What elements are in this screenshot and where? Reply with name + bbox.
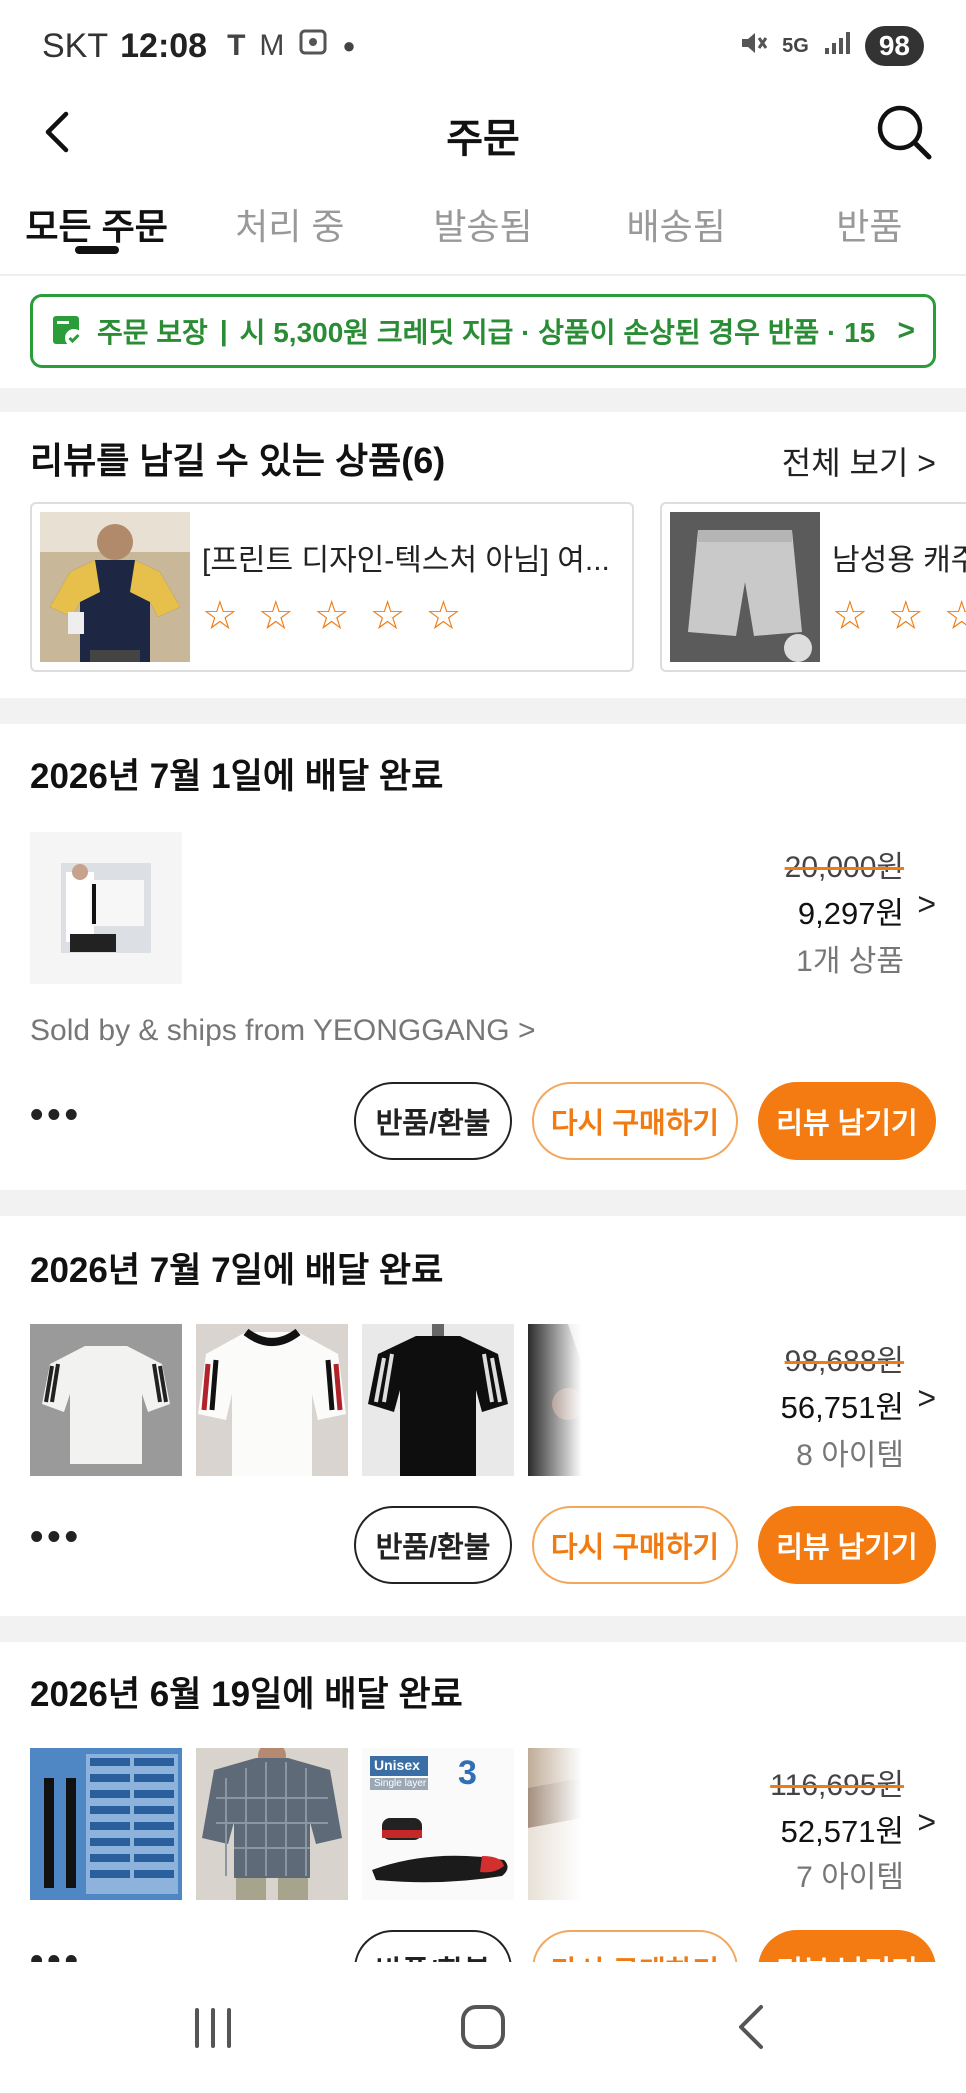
section-divider <box>0 388 966 412</box>
more-options-button[interactable]: ••• <box>30 1516 82 1559</box>
star-icon[interactable]: ☆ <box>202 593 238 639</box>
reviewable-items-title: 리뷰를 남길 수 있는 상품(6) <box>30 440 446 481</box>
recent-apps-icon <box>195 2008 231 2048</box>
item-count: 8 아이템 <box>796 1439 904 1472</box>
guarantee-title: 주문 보장 <box>97 317 208 348</box>
order-item-thumbnail[interactable] <box>30 832 182 984</box>
section-divider <box>0 698 966 724</box>
tab-returns[interactable]: 반품 <box>773 180 966 274</box>
guarantee-text: 시 5,300원 크레딧 지급 · 상품이 손상된 경우 반품 · 15 <box>239 317 876 348</box>
home-icon <box>461 2005 505 2049</box>
tab-processing[interactable]: 처리 중 <box>193 180 386 274</box>
thumbnail-label: Single layer <box>374 1778 427 1789</box>
system-navigation-bar <box>0 1962 966 2093</box>
star-icon[interactable]: ☆ <box>370 593 406 639</box>
write-review-button[interactable]: 리뷰 남기기 <box>758 1082 936 1160</box>
star-icon[interactable]: ☆ <box>944 593 966 639</box>
thumbnail-label: 3 <box>458 1754 477 1792</box>
star-rating[interactable]: ☆ ☆ ☆ ☆ ☆ <box>202 593 622 639</box>
order-item-thumbnail[interactable] <box>196 1324 348 1476</box>
section-divider <box>0 1616 966 1642</box>
search-icon <box>877 105 932 160</box>
t-app-icon: T <box>227 29 246 62</box>
more-options-button[interactable]: ••• <box>30 1094 82 1137</box>
back-nav-button[interactable] <box>713 1992 793 2062</box>
item-count: 7 아이템 <box>796 1861 904 1894</box>
item-count: 1개 상품 <box>796 945 904 978</box>
chevron-right-icon[interactable]: > <box>917 1804 936 1841</box>
review-item-card[interactable]: [프린트 디자인-텍스처 아님] 여... ☆ ☆ ☆ ☆ ☆ <box>30 502 634 672</box>
order-status-tabs: 모든 주문 처리 중 발송됨 배송됨 반품 <box>0 180 966 276</box>
order-price[interactable]: 56,751원 <box>781 1382 904 1427</box>
order-delivery-date: 2026년 6월 19일에 배달 완료 <box>30 1675 463 1714</box>
tab-all-orders[interactable]: 모든 주문 <box>0 180 193 274</box>
tab-label: 발송됨 <box>433 206 533 247</box>
battery-indicator: 98 <box>864 26 924 66</box>
active-tab-indicator <box>74 246 119 254</box>
return-refund-button[interactable]: 반품/환불 <box>354 1082 512 1160</box>
thumbnail-fade <box>522 1324 582 1476</box>
carrier-label: SKT <box>42 26 109 65</box>
star-icon[interactable]: ☆ <box>425 593 461 639</box>
chevron-right-icon: > <box>897 314 915 347</box>
home-button[interactable] <box>443 1992 523 2062</box>
return-refund-button[interactable]: 반품/환불 <box>354 1506 512 1584</box>
chevron-right-icon[interactable]: > <box>917 886 936 923</box>
thumbnail-fade <box>522 1748 582 1900</box>
mute-icon <box>738 28 768 65</box>
recent-apps-button[interactable] <box>173 1992 253 2062</box>
tab-label: 처리 중 <box>235 206 345 247</box>
buy-again-button[interactable]: 다시 구매하기 <box>532 1506 738 1584</box>
star-icon[interactable]: ☆ <box>314 593 350 639</box>
5g-icon: 5G <box>782 34 809 57</box>
order-price[interactable]: 9,297원 <box>798 888 904 933</box>
order-guarantee-banner[interactable]: 주문 보장 | 시 5,300원 크레딧 지급 · 상품이 손상된 경우 반품 … <box>30 294 936 368</box>
app-header: 주문 <box>0 92 966 170</box>
original-price: 116,695원 <box>770 1769 904 1802</box>
screenshot-icon <box>298 28 328 64</box>
tab-label: 배송됨 <box>626 206 726 247</box>
order-delivery-date: 2026년 7월 7일에 배달 완료 <box>30 1251 444 1290</box>
guarantee-check-icon <box>53 316 83 347</box>
order-item-thumbnail[interactable] <box>30 1748 182 1900</box>
back-arrow-icon <box>739 2005 763 2049</box>
write-review-button[interactable]: 리뷰 남기기 <box>758 1506 936 1584</box>
chevron-right-icon[interactable]: > <box>917 1380 936 1417</box>
review-item-name: 남성용 캐주 <box>832 544 966 577</box>
tab-label: 모든 주문 <box>25 206 168 247</box>
original-price: 98,688원 <box>784 1345 904 1378</box>
product-image <box>40 512 190 662</box>
tab-label: 반품 <box>836 206 903 247</box>
star-icon[interactable]: ☆ <box>258 593 294 639</box>
star-rating[interactable]: ☆ ☆ ☆ <box>832 593 966 639</box>
search-button[interactable] <box>872 100 936 164</box>
notification-dot-icon: ● <box>342 33 356 58</box>
buy-again-button[interactable]: 다시 구매하기 <box>532 1082 738 1160</box>
order-item-thumbnail[interactable]: Unisex Single layer 3 <box>362 1748 514 1900</box>
original-price: 20,000원 <box>784 851 904 884</box>
product-image <box>670 512 820 662</box>
tab-shipped[interactable]: 발송됨 <box>386 180 579 274</box>
signal-icon <box>823 30 851 63</box>
guarantee-separator: | <box>219 315 228 346</box>
thumbnail-label: Unisex <box>374 1757 420 1773</box>
order-delivery-date: 2026년 7월 1일에 배달 완료 <box>30 757 444 796</box>
clock: 12:08 <box>120 26 208 65</box>
order-item-thumbnail[interactable] <box>30 1324 182 1476</box>
tab-delivered[interactable]: 배송됨 <box>580 180 773 274</box>
view-all-link[interactable]: 전체 보기 > <box>782 438 936 484</box>
review-item-card[interactable]: 남성용 캐주 ☆ ☆ ☆ <box>660 502 966 672</box>
star-icon[interactable]: ☆ <box>832 593 868 639</box>
order-price[interactable]: 52,571원 <box>781 1806 904 1851</box>
status-bar: SKT 12:08 T M ● 5G 98 <box>0 0 966 92</box>
seller-link[interactable]: Sold by & ships from YEONGGANG > <box>30 1014 535 1048</box>
review-item-name: [프린트 디자인-텍스처 아님] 여... <box>202 544 610 577</box>
order-item-thumbnail[interactable] <box>362 1324 514 1476</box>
page-title: 주문 <box>446 117 520 161</box>
section-divider <box>0 1190 966 1216</box>
order-item-thumbnail[interactable] <box>196 1748 348 1900</box>
star-icon[interactable]: ☆ <box>888 593 924 639</box>
mail-icon: M <box>259 29 285 62</box>
